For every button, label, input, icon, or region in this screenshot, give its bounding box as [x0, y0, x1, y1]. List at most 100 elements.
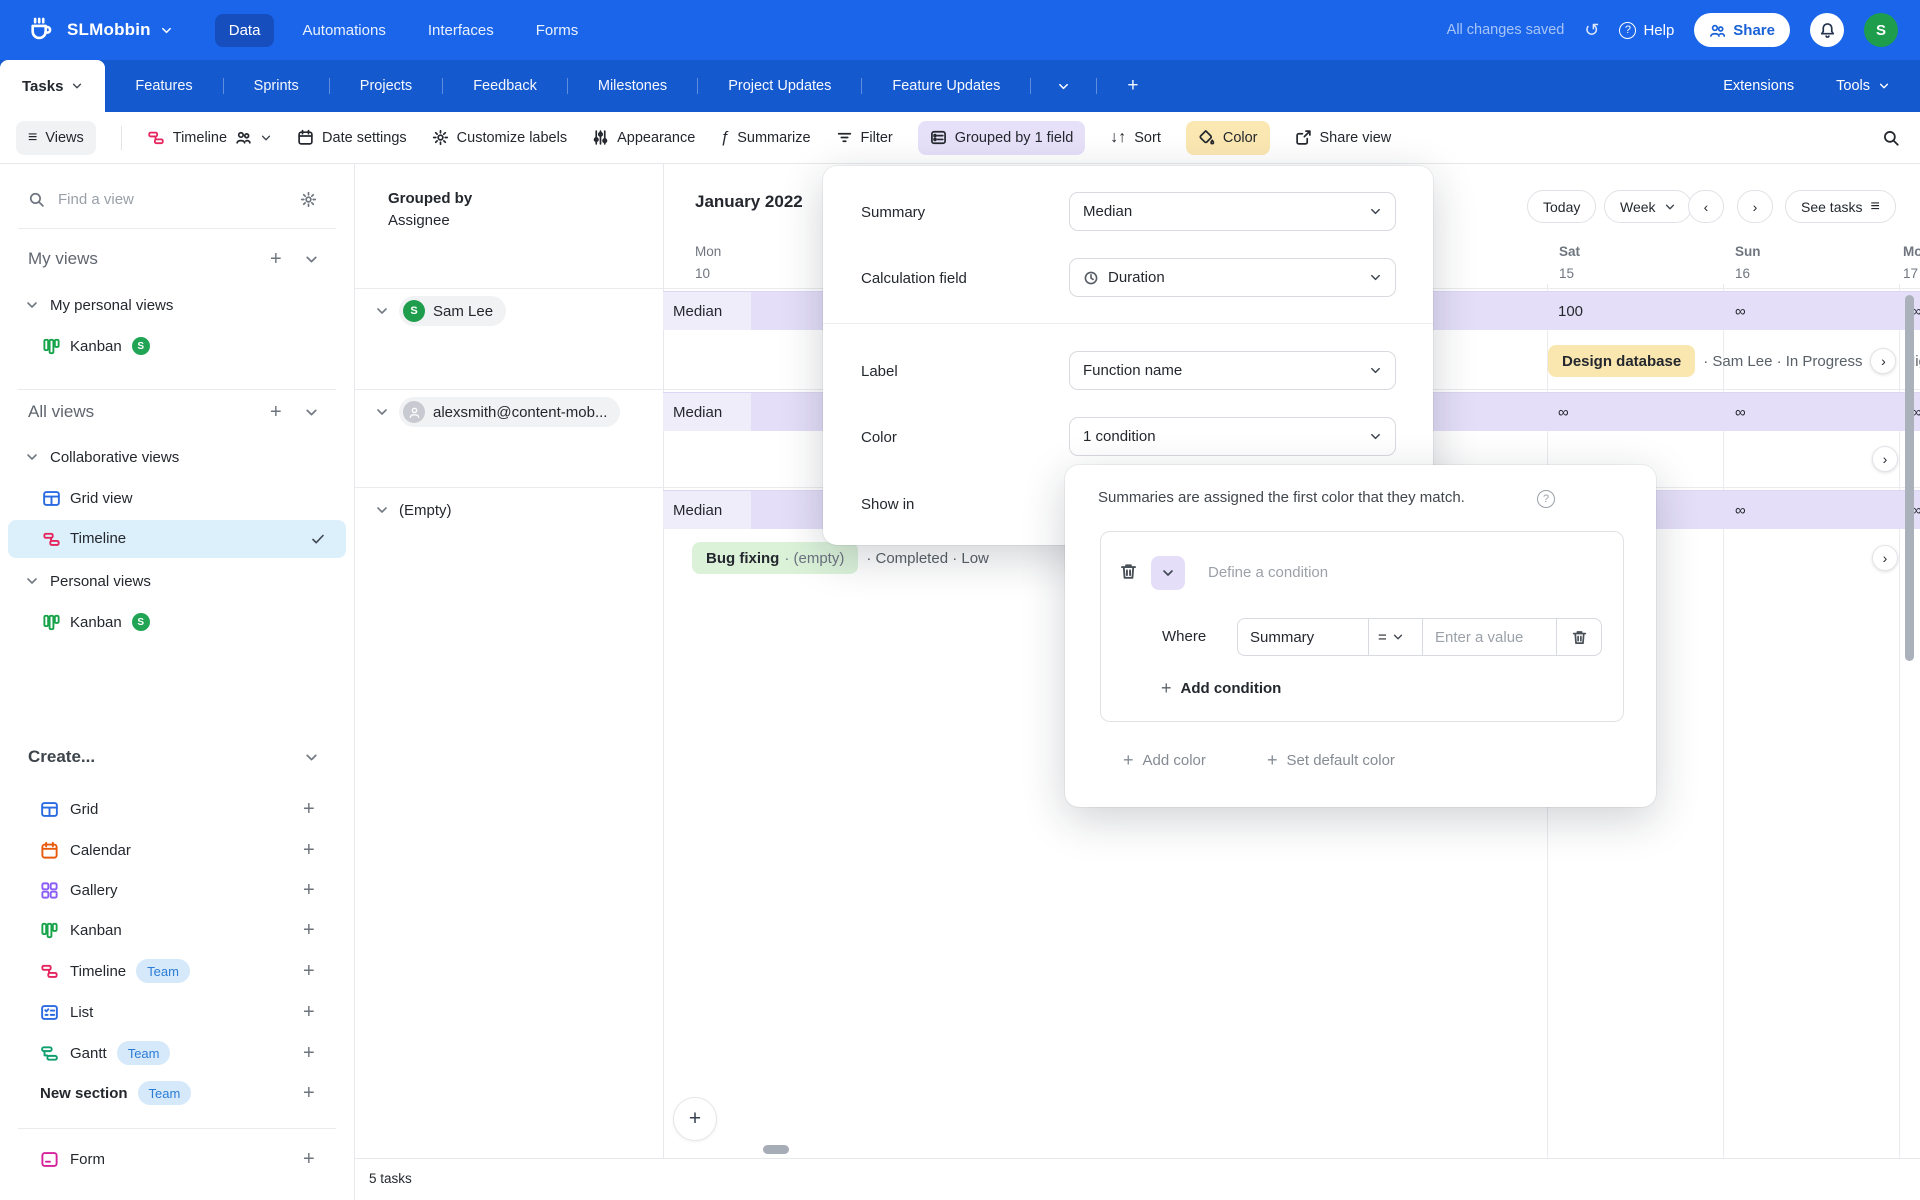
- workspace-switcher[interactable]: SLMobbin: [67, 20, 173, 40]
- sidebar-item-grid-view[interactable]: Grid view: [0, 482, 354, 514]
- chevron-down-icon[interactable]: [375, 503, 389, 517]
- add-color-button[interactable]: + Add color: [1123, 751, 1206, 769]
- chevron-down-icon[interactable]: [375, 405, 389, 419]
- create-plus-button[interactable]: +: [303, 840, 315, 860]
- add-condition-button[interactable]: + Add condition: [1161, 679, 1281, 697]
- vertical-scrollbar[interactable]: [1905, 295, 1914, 661]
- share-view-button[interactable]: Share view: [1295, 129, 1392, 146]
- color-button[interactable]: Color: [1186, 121, 1270, 155]
- create-item-kanban[interactable]: Kanban +: [0, 910, 354, 950]
- tab-features[interactable]: Features: [131, 78, 196, 94]
- today-button[interactable]: Today: [1527, 190, 1596, 223]
- find-view-input[interactable]: [58, 191, 228, 208]
- tab-sprints[interactable]: Sprints: [250, 78, 303, 94]
- collaborative-views-section[interactable]: Collaborative views: [0, 442, 354, 472]
- summary-select[interactable]: Median: [1069, 192, 1396, 231]
- create-item-calendar[interactable]: Calendar +: [0, 830, 354, 870]
- label-select[interactable]: Function name: [1069, 351, 1396, 390]
- create-plus-button[interactable]: +: [303, 1043, 315, 1063]
- create-plus-button[interactable]: +: [303, 961, 315, 981]
- appearance-button[interactable]: Appearance: [592, 129, 695, 146]
- filter-button[interactable]: Filter: [836, 129, 893, 146]
- condition-field-select[interactable]: Summary: [1237, 618, 1369, 656]
- create-plus-button[interactable]: +: [303, 1149, 315, 1169]
- next-button[interactable]: ›: [1737, 190, 1773, 223]
- tab-feature-updates[interactable]: Feature Updates: [888, 78, 1004, 94]
- nav-data[interactable]: Data: [215, 14, 275, 47]
- create-item-gallery[interactable]: Gallery +: [0, 870, 354, 910]
- task-design-database[interactable]: Design database · Sam Lee · In Progress …: [1548, 345, 1920, 377]
- gear-icon[interactable]: [300, 191, 317, 208]
- share-button[interactable]: Share: [1694, 13, 1790, 47]
- scroll-to-task-button[interactable]: ›: [1872, 545, 1898, 571]
- tab-project-updates[interactable]: Project Updates: [724, 78, 835, 94]
- trash-icon[interactable]: [1119, 562, 1138, 581]
- user-avatar[interactable]: S: [1864, 13, 1898, 47]
- task-pill[interactable]: Bug fixing · (empty): [692, 542, 858, 574]
- add-view-button[interactable]: +: [270, 402, 282, 422]
- grouped-by-button[interactable]: Grouped by 1 field: [918, 121, 1086, 155]
- create-plus-button[interactable]: +: [303, 799, 315, 819]
- scroll-to-task-button[interactable]: ›: [1872, 446, 1898, 472]
- create-plus-button[interactable]: +: [303, 1002, 315, 1022]
- create-item-gantt[interactable]: Gantt Team +: [0, 1033, 354, 1073]
- collapse-chevron-icon[interactable]: [304, 750, 319, 765]
- extensions-button[interactable]: Extensions: [1723, 78, 1794, 94]
- create-item-new-section[interactable]: New section Team +: [0, 1073, 354, 1113]
- create-item-grid[interactable]: Grid +: [0, 789, 354, 829]
- sidebar-item-timeline-selected[interactable]: Timeline: [8, 520, 346, 558]
- sidebar-item-kanban-personal[interactable]: Kanban S: [0, 330, 354, 362]
- create-plus-button[interactable]: +: [303, 920, 315, 940]
- condition-value-input[interactable]: [1435, 629, 1543, 646]
- task-bug-fixing[interactable]: Bug fixing · (empty) · Completed · Low: [692, 542, 989, 574]
- create-item-list[interactable]: List +: [0, 992, 354, 1032]
- prev-button[interactable]: ‹: [1688, 190, 1724, 223]
- create-plus-button[interactable]: +: [303, 1083, 315, 1103]
- calculation-field-select[interactable]: Duration: [1069, 258, 1396, 297]
- add-table-button[interactable]: +: [1123, 75, 1142, 97]
- current-view-button[interactable]: Timeline: [147, 129, 272, 147]
- delete-condition-button[interactable]: [1556, 618, 1602, 656]
- create-item-form[interactable]: Form +: [0, 1139, 354, 1179]
- task-pill[interactable]: Design database: [1548, 345, 1695, 377]
- nav-forms[interactable]: Forms: [522, 14, 593, 47]
- customize-labels-button[interactable]: Customize labels: [432, 129, 567, 146]
- tab-milestones[interactable]: Milestones: [594, 78, 671, 94]
- see-tasks-button[interactable]: See tasks ≡: [1785, 190, 1896, 223]
- notifications-button[interactable]: [1810, 13, 1844, 47]
- nav-interfaces[interactable]: Interfaces: [414, 14, 508, 47]
- help-button[interactable]: ? Help: [1619, 22, 1674, 39]
- date-settings-button[interactable]: Date settings: [297, 129, 407, 146]
- create-plus-button[interactable]: +: [303, 880, 315, 900]
- group-row-sam-lee[interactable]: S Sam Lee: [375, 296, 506, 326]
- range-select[interactable]: Week: [1604, 190, 1692, 223]
- tab-feedback[interactable]: Feedback: [469, 78, 541, 94]
- horizontal-scrollbar[interactable]: [763, 1145, 789, 1154]
- my-personal-views-section[interactable]: My personal views: [0, 290, 354, 320]
- add-view-button[interactable]: +: [270, 249, 282, 269]
- views-toggle-button[interactable]: ≡ Views: [16, 121, 96, 155]
- group-row-alexsmith[interactable]: alexsmith@content-mob...: [375, 397, 620, 427]
- personal-views-section[interactable]: Personal views: [0, 566, 354, 596]
- history-icon[interactable]: ↺: [1584, 20, 1599, 41]
- color-condition-select[interactable]: 1 condition: [1069, 417, 1396, 456]
- tools-menu[interactable]: Tools: [1836, 78, 1890, 94]
- sidebar-item-kanban-2[interactable]: Kanban S: [0, 606, 354, 638]
- condition-operator-select[interactable]: =: [1368, 618, 1423, 656]
- summarize-button[interactable]: ƒ Summarize: [720, 130, 810, 146]
- tab-overflow-chevron-icon[interactable]: [1057, 80, 1070, 93]
- sort-button[interactable]: ↓↑ Sort: [1110, 130, 1161, 146]
- group-row-empty[interactable]: (Empty): [375, 495, 452, 525]
- tab-tasks[interactable]: Tasks: [0, 60, 105, 112]
- create-item-timeline[interactable]: Timeline Team +: [0, 951, 354, 991]
- color-picker-button[interactable]: [1151, 556, 1185, 590]
- chevron-down-icon[interactable]: [375, 304, 389, 318]
- collapse-chevron-icon[interactable]: [304, 405, 319, 420]
- collapse-chevron-icon[interactable]: [304, 252, 319, 267]
- tab-projects[interactable]: Projects: [356, 78, 416, 94]
- scroll-to-task-button[interactable]: ›: [1870, 348, 1896, 374]
- nav-automations[interactable]: Automations: [288, 14, 399, 47]
- app-logo-cup-icon[interactable]: [27, 17, 53, 43]
- add-task-button[interactable]: +: [673, 1097, 717, 1141]
- search-button[interactable]: [1882, 129, 1900, 147]
